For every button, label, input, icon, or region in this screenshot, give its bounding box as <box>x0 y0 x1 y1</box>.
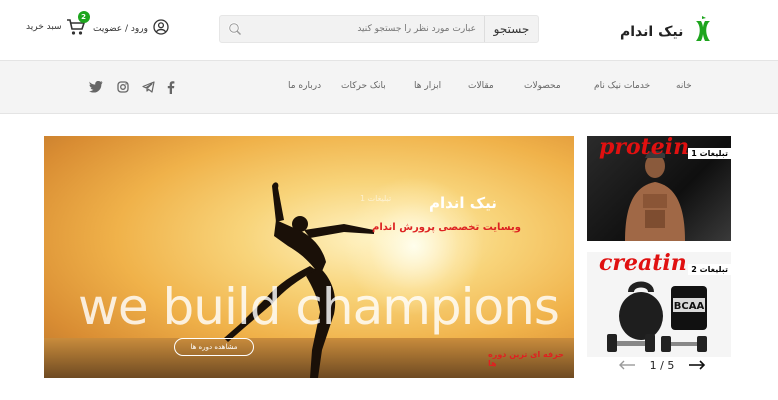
nav-products[interactable]: محصولات <box>524 81 561 91</box>
login-register-link[interactable]: ورود / عضویت <box>93 19 169 39</box>
brand-name: نیک اندام <box>620 24 684 40</box>
slide-watermark: تبلیغات 1 <box>360 194 392 203</box>
login-register-label: ورود / عضویت <box>93 24 148 34</box>
search-bar: جستجو <box>219 15 539 43</box>
ad-banner-1[interactable]: protein تبلیغات 1 <box>587 136 731 241</box>
pager-separator: / <box>660 358 664 372</box>
svg-text:BCAA: BCAA <box>674 301 705 312</box>
telegram-icon[interactable] <box>141 80 155 94</box>
ad-label: تبلیغات 1 <box>688 148 731 159</box>
cart-icon: 2 <box>66 11 90 36</box>
arrow-left-icon[interactable] <box>618 359 636 371</box>
main-nav: خانه خدمات نیک نام محصولات مقالات ابزار … <box>0 60 778 114</box>
ad-headline: creatin <box>599 252 687 276</box>
nav-tools[interactable]: ابزار ها <box>414 81 441 91</box>
twitter-icon[interactable] <box>89 80 103 94</box>
cart-count-badge: 2 <box>77 11 90 23</box>
slide-title: نیک اندام <box>429 194 497 212</box>
ad-headline: protein <box>599 136 690 160</box>
pager-count: 1 / 5 <box>650 359 675 372</box>
view-courses-button[interactable]: مشاهده دوره ها <box>174 338 254 356</box>
slide-slogan: we build champions <box>78 278 560 336</box>
pager-current: 1 <box>649 358 657 372</box>
pager-total: 5 <box>667 358 675 372</box>
nav-services[interactable]: خدمات نیک نام <box>594 81 650 91</box>
hero-slider[interactable]: تبلیغات 1 نیک اندام وبسایت تخصصی پرورش ا… <box>44 136 574 378</box>
header: سبد خرید 2 ورود / عضویت عبارت مورد نظر ر… <box>0 0 778 60</box>
brand[interactable]: نیک اندام <box>620 15 713 49</box>
nav-about[interactable]: درباره ما <box>288 81 321 91</box>
instagram-icon[interactable] <box>116 80 130 94</box>
search-icon[interactable] <box>220 16 250 42</box>
arrow-right-icon[interactable] <box>688 359 706 371</box>
page: سبد خرید 2 ورود / عضویت عبارت مورد نظر ر… <box>0 0 778 400</box>
cart-label: سبد خرید <box>26 22 62 32</box>
ads-pager: 1 / 5 <box>618 357 706 373</box>
search-button[interactable]: جستجو <box>484 16 538 42</box>
slide-subtitle: وبسایت تخصصی پرورش اندام <box>372 222 521 233</box>
nav-exercises[interactable]: بانک حرکات <box>341 81 386 91</box>
ad-label: تبلیغات 2 <box>688 264 731 275</box>
slide-tag: حرفه ای ترین دوره ها <box>488 350 564 368</box>
facebook-icon[interactable] <box>164 80 178 94</box>
nav-articles[interactable]: مقالات <box>468 81 494 91</box>
gym-equipment-image: BCAA <box>607 281 707 352</box>
brand-logo <box>693 15 713 49</box>
search-input[interactable] <box>250 16 484 42</box>
nav-home[interactable]: خانه <box>676 81 692 91</box>
cart-button[interactable]: سبد خرید 2 <box>26 11 90 36</box>
ad-banner-2[interactable]: BCAA creatin تبلیغات 2 <box>587 252 731 357</box>
athlete-image <box>625 151 685 241</box>
user-icon <box>153 19 169 39</box>
